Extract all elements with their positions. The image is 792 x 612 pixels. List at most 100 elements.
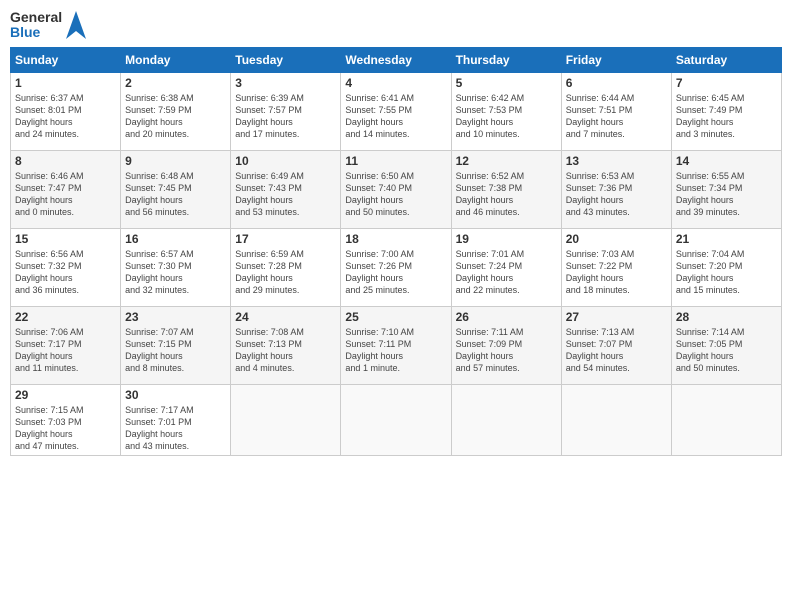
- day-number: 14: [676, 154, 777, 168]
- day-number: 8: [15, 154, 116, 168]
- day-info: Sunrise: 6:45 AMSunset: 7:49 PMDaylight …: [676, 93, 745, 139]
- weekday-header-tuesday: Tuesday: [231, 47, 341, 72]
- calendar-week-row: 8 Sunrise: 6:46 AMSunset: 7:47 PMDaylight…: [11, 150, 782, 228]
- day-number: 11: [345, 154, 446, 168]
- calendar-day-cell: 18Sunrise: 7:00 AMSunset: 7:26 PMDayligh…: [341, 228, 451, 306]
- calendar-day-cell: [561, 384, 671, 456]
- calendar-day-cell: 9 Sunrise: 6:48 AMSunset: 7:45 PMDaylight…: [121, 150, 231, 228]
- logo-general: General: [10, 10, 62, 25]
- day-number: 17: [235, 232, 336, 246]
- day-info: Sunrise: 6:57 AMSunset: 7:30 PMDaylight …: [125, 249, 194, 295]
- day-number: 12: [456, 154, 557, 168]
- day-info: Sunrise: 6:50 AMSunset: 7:40 PMDaylight …: [345, 171, 414, 217]
- day-number: 9: [125, 154, 226, 168]
- calendar-day-cell: 10 Sunrise: 6:49 AMSunset: 7:43 PMDayligh…: [231, 150, 341, 228]
- day-number: 3: [235, 76, 336, 90]
- calendar-week-row: 22 Sunrise: 7:06 AMSunset: 7:17 PMDayligh…: [11, 306, 782, 384]
- day-number: 13: [566, 154, 667, 168]
- day-info: Sunrise: 6:55 AMSunset: 7:34 PMDaylight …: [676, 171, 745, 217]
- calendar-day-cell: 6Sunrise: 6:44 AMSunset: 7:51 PMDaylight…: [561, 72, 671, 150]
- day-number: 30: [125, 388, 226, 402]
- calendar-day-cell: 2 Sunrise: 6:38 AMSunset: 7:59 PMDaylight…: [121, 72, 231, 150]
- day-number: 16: [125, 232, 226, 246]
- day-info: Sunrise: 7:03 AMSunset: 7:22 PMDaylight …: [566, 249, 635, 295]
- logo-icon: [66, 11, 86, 39]
- day-number: 18: [345, 232, 446, 246]
- day-number: 22: [15, 310, 116, 324]
- weekday-header-thursday: Thursday: [451, 47, 561, 72]
- day-number: 19: [456, 232, 557, 246]
- weekday-header-friday: Friday: [561, 47, 671, 72]
- day-info: Sunrise: 7:11 AMSunset: 7:09 PMDaylight …: [456, 327, 524, 373]
- day-info: Sunrise: 6:49 AMSunset: 7:43 PMDaylight …: [235, 171, 304, 217]
- day-info: Sunrise: 7:15 AMSunset: 7:03 PMDaylight …: [15, 405, 84, 451]
- day-info: Sunrise: 7:07 AMSunset: 7:15 PMDaylight …: [125, 327, 194, 373]
- day-number: 20: [566, 232, 667, 246]
- calendar-day-cell: [341, 384, 451, 456]
- calendar-day-cell: 17 Sunrise: 6:59 AMSunset: 7:28 PMDayligh…: [231, 228, 341, 306]
- calendar-day-cell: 13 Sunrise: 6:53 AMSunset: 7:36 PMDayligh…: [561, 150, 671, 228]
- day-number: 2: [125, 76, 226, 90]
- day-info: Sunrise: 6:48 AMSunset: 7:45 PMDaylight …: [125, 171, 194, 217]
- day-number: 24: [235, 310, 336, 324]
- calendar-day-cell: 11 Sunrise: 6:50 AMSunset: 7:40 PMDayligh…: [341, 150, 451, 228]
- day-number: 5: [456, 76, 557, 90]
- day-number: 1: [15, 76, 116, 90]
- logo: General Blue: [10, 10, 86, 41]
- calendar-day-cell: [671, 384, 781, 456]
- day-info: Sunrise: 6:52 AMSunset: 7:38 PMDaylight …: [456, 171, 525, 217]
- day-info: Sunrise: 6:59 AMSunset: 7:28 PMDaylight …: [235, 249, 304, 295]
- day-info: Sunrise: 7:01 AMSunset: 7:24 PMDaylight …: [456, 249, 525, 295]
- calendar-day-cell: 3Sunrise: 6:39 AMSunset: 7:57 PMDaylight…: [231, 72, 341, 150]
- day-number: 23: [125, 310, 226, 324]
- page-header: General Blue: [10, 10, 782, 41]
- calendar-day-cell: 8 Sunrise: 6:46 AMSunset: 7:47 PMDaylight…: [11, 150, 121, 228]
- calendar-day-cell: 12 Sunrise: 6:52 AMSunset: 7:38 PMDayligh…: [451, 150, 561, 228]
- day-info: Sunrise: 6:46 AMSunset: 7:47 PMDaylight …: [15, 171, 84, 217]
- calendar-day-cell: 4 Sunrise: 6:41 AMSunset: 7:55 PMDaylight…: [341, 72, 451, 150]
- day-info: Sunrise: 7:14 AMSunset: 7:05 PMDaylight …: [676, 327, 745, 373]
- day-info: Sunrise: 7:06 AMSunset: 7:17 PMDaylight …: [15, 327, 84, 373]
- day-info: Sunrise: 6:53 AMSunset: 7:36 PMDaylight …: [566, 171, 635, 217]
- day-info: Sunrise: 6:38 AMSunset: 7:59 PMDaylight …: [125, 93, 194, 139]
- calendar-day-cell: 1Sunrise: 6:37 AMSunset: 8:01 PMDaylight…: [11, 72, 121, 150]
- day-number: 28: [676, 310, 777, 324]
- calendar-day-cell: 7 Sunrise: 6:45 AMSunset: 7:49 PMDaylight…: [671, 72, 781, 150]
- calendar-day-cell: 16 Sunrise: 6:57 AMSunset: 7:30 PMDayligh…: [121, 228, 231, 306]
- day-info: Sunrise: 7:17 AMSunset: 7:01 PMDaylight …: [125, 405, 194, 451]
- day-info: Sunrise: 6:41 AMSunset: 7:55 PMDaylight …: [345, 93, 414, 139]
- calendar-day-cell: 19 Sunrise: 7:01 AMSunset: 7:24 PMDayligh…: [451, 228, 561, 306]
- day-number: 25: [345, 310, 446, 324]
- calendar-day-cell: 20 Sunrise: 7:03 AMSunset: 7:22 PMDayligh…: [561, 228, 671, 306]
- calendar-day-cell: 28 Sunrise: 7:14 AMSunset: 7:05 PMDayligh…: [671, 306, 781, 384]
- calendar-day-cell: [231, 384, 341, 456]
- weekday-header-monday: Monday: [121, 47, 231, 72]
- day-info: Sunrise: 6:42 AMSunset: 7:53 PMDaylight …: [456, 93, 525, 139]
- day-number: 4: [345, 76, 446, 90]
- calendar-table: SundayMondayTuesdayWednesdayThursdayFrid…: [10, 47, 782, 457]
- day-info: Sunrise: 7:13 AMSunset: 7:07 PMDaylight …: [566, 327, 635, 373]
- calendar-day-cell: [451, 384, 561, 456]
- calendar-day-cell: 25 Sunrise: 7:10 AMSunset: 7:11 PMDayligh…: [341, 306, 451, 384]
- calendar-day-cell: 22 Sunrise: 7:06 AMSunset: 7:17 PMDayligh…: [11, 306, 121, 384]
- calendar-day-cell: 15Sunrise: 6:56 AMSunset: 7:32 PMDayligh…: [11, 228, 121, 306]
- day-number: 10: [235, 154, 336, 168]
- calendar-day-cell: 27 Sunrise: 7:13 AMSunset: 7:07 PMDayligh…: [561, 306, 671, 384]
- calendar-day-cell: 21 Sunrise: 7:04 AMSunset: 7:20 PMDayligh…: [671, 228, 781, 306]
- calendar-day-cell: 26Sunrise: 7:11 AMSunset: 7:09 PMDayligh…: [451, 306, 561, 384]
- day-number: 15: [15, 232, 116, 246]
- calendar-day-cell: 30 Sunrise: 7:17 AMSunset: 7:01 PMDayligh…: [121, 384, 231, 456]
- weekday-header-row: SundayMondayTuesdayWednesdayThursdayFrid…: [11, 47, 782, 72]
- calendar-day-cell: 29 Sunrise: 7:15 AMSunset: 7:03 PMDayligh…: [11, 384, 121, 456]
- calendar-week-row: 15Sunrise: 6:56 AMSunset: 7:32 PMDayligh…: [11, 228, 782, 306]
- day-number: 7: [676, 76, 777, 90]
- day-number: 6: [566, 76, 667, 90]
- day-info: Sunrise: 7:10 AMSunset: 7:11 PMDaylight …: [345, 327, 414, 373]
- weekday-header-wednesday: Wednesday: [341, 47, 451, 72]
- day-number: 27: [566, 310, 667, 324]
- day-number: 21: [676, 232, 777, 246]
- calendar-week-row: 29 Sunrise: 7:15 AMSunset: 7:03 PMDayligh…: [11, 384, 782, 456]
- day-info: Sunrise: 7:04 AMSunset: 7:20 PMDaylight …: [676, 249, 745, 295]
- day-number: 29: [15, 388, 116, 402]
- weekday-header-saturday: Saturday: [671, 47, 781, 72]
